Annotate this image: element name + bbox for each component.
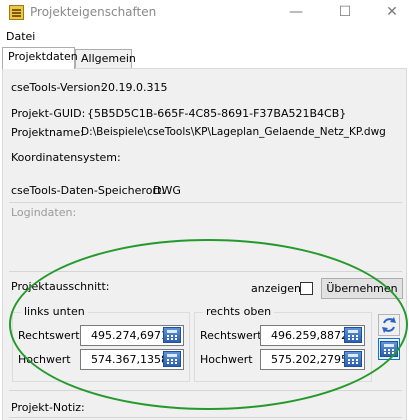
menu-datei[interactable]: Datei [6, 30, 35, 43]
rechts-rechtswert-label: Rechtswert [200, 329, 262, 342]
version-value: 20.19.0.315 [101, 81, 168, 94]
calculator-icon[interactable] [344, 351, 362, 367]
koordinatensystem-label: Koordinatensystem: [11, 151, 121, 164]
separator [9, 390, 402, 391]
links-unten-title: links unten [21, 305, 88, 318]
speicherort-label: cseTools-Daten-Speicherort: [11, 184, 165, 197]
title-bar: Projekteigenschaften — ☐ ✕ [0, 0, 409, 26]
guid-value: {5B5D5C1B-665F-4C85-8691-F37BA521B4CB} [87, 107, 347, 120]
anzeigen-checkbox[interactable] [300, 282, 313, 295]
notiz-field-top [9, 417, 402, 418]
calculator-icon[interactable] [163, 351, 181, 367]
links-unten-group [12, 312, 190, 382]
swap-button[interactable] [378, 314, 400, 336]
minimize-button[interactable]: — [280, 0, 312, 26]
rechts-oben-title: rechts oben [203, 305, 275, 318]
uebernehmen-button[interactable]: Übernehmen [321, 278, 403, 299]
speicherort-value: DWG [153, 184, 181, 197]
logindaten-label: Logindaten: [11, 206, 77, 219]
close-button[interactable]: ✕ [376, 0, 408, 26]
links-hochwert-label: Hochwert [18, 353, 71, 366]
guid-label: Projekt-GUID: [11, 107, 86, 120]
calculator-side-button[interactable] [378, 338, 400, 360]
calculator-icon[interactable] [344, 327, 362, 343]
window-title: Projekteigenschaften [30, 5, 157, 19]
separator [9, 271, 402, 272]
version-label: cseTools-Version: [11, 81, 105, 94]
calculator-icon [380, 341, 398, 357]
links-rechtswert-label: Rechtswert [18, 329, 80, 342]
maximize-button[interactable]: ☐ [329, 0, 361, 26]
calculator-icon[interactable] [163, 327, 181, 343]
projektausschnitt-label: Projektausschnitt: [11, 280, 110, 293]
rechts-oben-group [194, 312, 372, 382]
tab-allgemein[interactable]: Allgemein [75, 49, 136, 68]
projektname-value: D:\Beispiele\cseTools\KP\Lageplan_Gelaen… [81, 126, 386, 138]
swap-arrows-icon [382, 317, 396, 333]
rechts-hochwert-label: Hochwert [200, 353, 253, 366]
tab-projektdaten[interactable]: Projektdaten [2, 47, 78, 69]
anzeigen-label: anzeigen [251, 282, 302, 295]
app-icon [9, 5, 24, 20]
separator [9, 202, 402, 203]
projektname-label: Projektname: [11, 126, 84, 139]
projekt-notiz-label: Projekt-Notiz: [11, 401, 85, 414]
